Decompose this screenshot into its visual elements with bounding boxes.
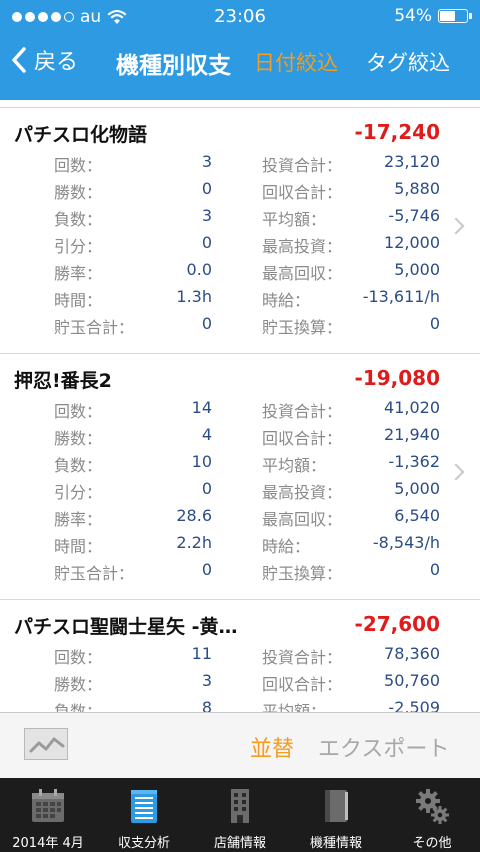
tag-filter-button[interactable]: タグ絞込 — [366, 47, 450, 77]
sort-button[interactable]: 並替 — [250, 731, 294, 763]
bottom-toolbar: 並替 エクスポート — [0, 712, 480, 778]
tab-label: 店舗情報 — [213, 836, 266, 851]
status-bar: au 23:06 54% — [0, 0, 480, 36]
gear-icon — [416, 789, 449, 824]
stat-row: 貯玉合計： 0 貯玉換算： 0 — [54, 314, 440, 337]
stat-row: 負数： 8 平均額： -2,509 — [54, 698, 440, 712]
top-bar: au 23:06 54% 戻る 機種別収支 日付絞込 タグ絞込 — [0, 0, 480, 100]
stat-row: 時間： 1.3h 時給： -13,611/h — [54, 287, 440, 310]
stat-row: 勝数： 3 回収合計： 50,760 — [54, 671, 440, 694]
stat-row: 負数： 10 平均額： -1,362 — [54, 452, 440, 475]
stat-row: 回数： 14 投資合計： 41,020 — [54, 398, 440, 421]
calendar-icon — [32, 789, 64, 822]
stat-row: 勝数： 0 回収合計： 5,880 — [54, 179, 440, 202]
machine-item[interactable]: パチスロ聖闘士星矢 -黄… -27,600 回数： 11 投資合計： 78,360 勝… — [0, 600, 480, 712]
notepad-icon — [131, 790, 157, 823]
stat-row: 引分： 0 最高投資： 12,000 — [54, 233, 440, 256]
machine-stats: 回数： 3 投資合計： 23,120 勝数： 0 回収合計： 5,880 負数： 3 平均額： -… — [0, 152, 460, 341]
tab-other[interactable]: その他 — [384, 778, 480, 852]
machine-name: 押忍!番長2 — [14, 370, 112, 392]
battery-icon — [438, 9, 472, 23]
back-button-label: 戻る — [34, 50, 79, 75]
stat-row: 回数： 3 投資合計： 23,120 — [54, 152, 440, 175]
stat-row: 勝率： 0.0 最高回収： 5,000 — [54, 260, 440, 283]
tab-label: その他 — [412, 836, 452, 851]
navigation-bar: 戻る 機種別収支 日付絞込 タグ絞込 — [0, 36, 480, 92]
date-filter-button[interactable]: 日付絞込 — [254, 47, 338, 77]
stat-row: 負数： 3 平均額： -5,746 — [54, 206, 440, 229]
machine-stats: 回数： 14 投資合計： 41,020 勝数： 4 回収合計： 21,940 負数： 10 平均… — [0, 398, 460, 587]
back-button[interactable]: 戻る — [10, 44, 78, 76]
machine-balance: -27,600 — [354, 612, 440, 636]
stat-row: 回数： 11 投資合計： 78,360 — [54, 644, 440, 667]
stat-row: 勝数： 4 回収合計： 21,940 — [54, 425, 440, 448]
battery-percent: 54% — [394, 6, 432, 26]
building-icon — [231, 789, 249, 823]
book-icon — [325, 790, 348, 822]
line-graph-icon — [29, 737, 65, 753]
tab-label: 2014年 4月 — [12, 836, 84, 851]
tab-label: 収支分析 — [117, 836, 170, 851]
machine-name: パチスロ化物語 — [14, 124, 148, 146]
machine-name: パチスロ聖闘士星矢 -黄… — [14, 616, 238, 638]
machine-list[interactable]: パチスロ化物語 -17,240 回数： 3 投資合計： 23,120 勝数： 0 回収合計… — [0, 100, 480, 712]
page-title: 機種別収支 — [116, 53, 231, 79]
tab-analysis[interactable]: 収支分析 — [96, 778, 192, 852]
machine-balance: -19,080 — [354, 366, 440, 390]
stat-row: 引分： 0 最高投資： 5,000 — [54, 479, 440, 502]
graph-button[interactable] — [24, 728, 68, 760]
machine-item[interactable]: 押忍!番長2 -19,080 回数： 14 投資合計： 41,020 勝数： 4 回収合計… — [0, 354, 480, 600]
tab-machine[interactable]: 機種情報 — [288, 778, 384, 852]
export-button[interactable]: エクスポート — [318, 731, 449, 763]
stat-row: 勝率： 28.6 最高回収： 6,540 — [54, 506, 440, 529]
tab-label: 機種情報 — [309, 836, 362, 851]
stat-row: 貯玉合計： 0 貯玉換算： 0 — [54, 560, 440, 583]
tab-calendar[interactable]: 2014年 4月 — [0, 778, 96, 852]
machine-stats: 回数： 11 投資合計： 78,360 勝数： 3 回収合計： 50,760 負数： 8 平均額… — [0, 644, 460, 712]
tab-shop[interactable]: 店舗情報 — [192, 778, 288, 852]
stat-row: 時間： 2.2h 時給： -8,543/h — [54, 533, 440, 556]
tab-bar: 2014年 4月 収支分析 店舗情報 機種情報 その他 — [0, 778, 480, 852]
machine-item[interactable]: パチスロ化物語 -17,240 回数： 3 投資合計： 23,120 勝数： 0 回収合計… — [0, 108, 480, 354]
machine-balance: -17,240 — [354, 120, 440, 144]
chevron-left-icon — [12, 47, 26, 73]
